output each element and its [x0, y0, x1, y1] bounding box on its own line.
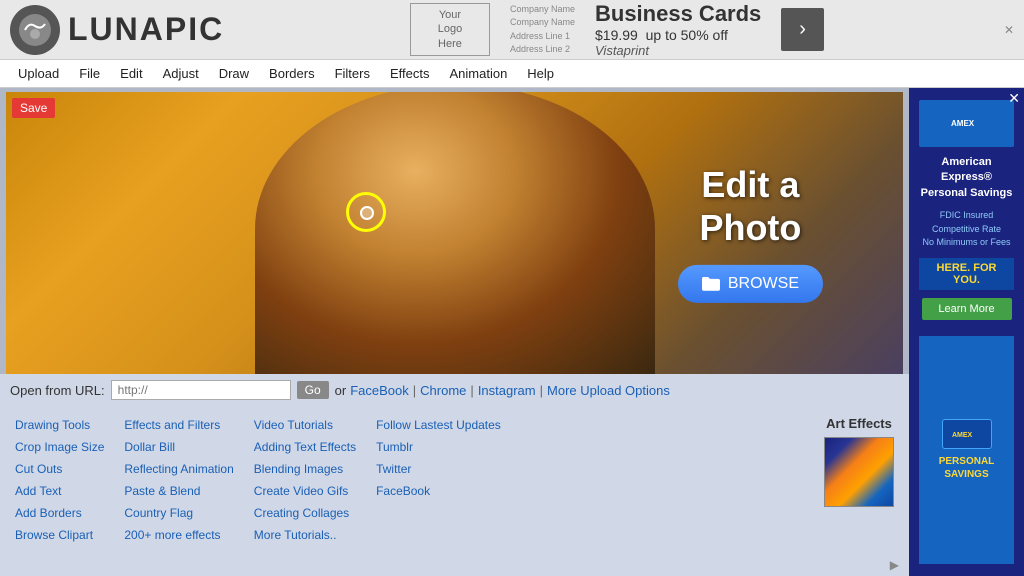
video-tutorials-link[interactable]: Video Tutorials [254, 416, 356, 434]
hero-figure [255, 92, 655, 374]
nav-file[interactable]: File [69, 62, 110, 85]
ad-details: Business Cards $19.99 up to 50% off Vist… [595, 1, 761, 58]
nav-upload[interactable]: Upload [8, 62, 69, 85]
browse-button[interactable]: BROWSE [678, 265, 823, 303]
cursor-indicator [360, 206, 374, 220]
links-area: Drawing Tools Crop Image Size Cut Outs A… [0, 406, 909, 554]
nav-edit[interactable]: Edit [110, 62, 152, 85]
main-navbar: Upload File Edit Adjust Draw Borders Fil… [0, 60, 1024, 88]
here-for-you-label: HERE. FOR YOU. [919, 258, 1014, 290]
ad-title: Business Cards [595, 1, 761, 27]
ad-company-info: Company Name Company Name Address Line 1… [510, 3, 575, 57]
url-input[interactable] [111, 380, 291, 400]
go-button[interactable]: Go [297, 381, 329, 399]
folder-icon [702, 277, 720, 291]
links-col-3: Video Tutorials Adding Text Effects Blen… [254, 416, 356, 544]
amex-ad-title: American Express®Personal Savings [917, 155, 1016, 201]
links-col-2: Effects and Filters Dollar Bill Reflecti… [124, 416, 233, 544]
main-content: Save Edit aPhoto BROWSE Open from URL: G… [0, 88, 1024, 576]
fdic-info: FDIC InsuredCompetitive RateNo Minimums … [922, 209, 1010, 250]
art-effects-label: Art Effects [826, 416, 892, 431]
nav-filters[interactable]: Filters [325, 62, 380, 85]
nav-help[interactable]: Help [517, 62, 564, 85]
right-ad-sidebar: ✕ AMEX American Express®Personal Savings… [909, 88, 1024, 576]
nav-borders[interactable]: Borders [259, 62, 325, 85]
save-button[interactable]: Save [12, 98, 55, 118]
creating-collages-link[interactable]: Creating Collages [254, 504, 356, 522]
add-borders-link[interactable]: Add Borders [15, 504, 104, 522]
ad-indicator-icon: ▶ [890, 558, 899, 572]
twitter-link[interactable]: Twitter [376, 460, 501, 478]
browse-clipart-link[interactable]: Browse Clipart [15, 526, 104, 544]
hero-text-overlay: Edit aPhoto BROWSE [678, 163, 823, 303]
drawing-tools-link[interactable]: Drawing Tools [15, 416, 104, 434]
chrome-link[interactable]: Chrome [420, 383, 466, 398]
amex-card-icon: AMEX [942, 419, 992, 449]
create-video-gifs-link[interactable]: Create Video Gifs [254, 482, 356, 500]
ad-brand: Vistaprint [595, 43, 761, 58]
tumblr-link[interactable]: Tumblr [376, 438, 501, 456]
add-text-link[interactable]: Add Text [15, 482, 104, 500]
svg-text:AMEX: AMEX [951, 119, 975, 128]
cut-outs-link[interactable]: Cut Outs [15, 460, 104, 478]
hero-container: Save Edit aPhoto BROWSE [6, 92, 903, 374]
blending-images-link[interactable]: Blending Images [254, 460, 356, 478]
hero-title: Edit aPhoto [678, 163, 823, 249]
svg-text:AMEX: AMEX [952, 432, 973, 439]
country-flag-link[interactable]: Country Flag [124, 504, 233, 522]
center-area: Save Edit aPhoto BROWSE Open from URL: G… [0, 88, 909, 576]
facebook-link[interactable]: FaceBook [350, 383, 409, 398]
url-bar-label: Open from URL: [10, 383, 105, 398]
learn-more-button[interactable]: Learn More [922, 298, 1012, 320]
instagram-link[interactable]: Instagram [478, 383, 536, 398]
amex-bottom-ad: AMEX PERSONALSAVINGS [919, 336, 1014, 564]
ad-subtitle: $19.99 up to 50% off [595, 27, 761, 43]
facebook-social-link[interactable]: FaceBook [376, 482, 501, 500]
amex-card-graphic: AMEX [949, 423, 985, 445]
nav-effects[interactable]: Effects [380, 62, 440, 85]
nav-animation[interactable]: Animation [439, 62, 517, 85]
links-col-4: Follow Lastest Updates Tumblr Twitter Fa… [376, 416, 501, 544]
effects-filters-link[interactable]: Effects and Filters [124, 416, 233, 434]
amex-logo-area: AMEX [919, 100, 1014, 147]
crop-image-link[interactable]: Crop Image Size [15, 438, 104, 456]
paste-blend-link[interactable]: Paste & Blend [124, 482, 233, 500]
more-tutorials-link[interactable]: More Tutorials.. [254, 526, 356, 544]
url-bar: Open from URL: Go or FaceBook | Chrome |… [0, 374, 909, 406]
art-effects-section: Art Effects [824, 416, 894, 544]
bottom-strip: ▶ [0, 554, 909, 576]
reflecting-anim-link[interactable]: Reflecting Animation [124, 460, 233, 478]
follow-updates-link[interactable]: Follow Lastest Updates [376, 416, 501, 434]
amex-logo-icon: AMEX [947, 110, 987, 134]
right-ad-close-button[interactable]: ✕ [1008, 90, 1020, 107]
site-logo-area: LUNAPIC [10, 5, 230, 55]
adding-text-link[interactable]: Adding Text Effects [254, 438, 356, 456]
more-upload-link[interactable]: More Upload Options [547, 383, 670, 398]
top-ad-banner: LUNAPIC Your Logo Here Company Name Comp… [0, 0, 1024, 60]
ad-close-button[interactable]: ✕ [1004, 23, 1014, 37]
links-col-1: Drawing Tools Crop Image Size Cut Outs A… [15, 416, 104, 544]
nav-draw[interactable]: Draw [209, 62, 259, 85]
nav-adjust[interactable]: Adjust [153, 62, 209, 85]
dollar-bill-link[interactable]: Dollar Bill [124, 438, 233, 456]
personal-savings-text: PERSONALSAVINGS [939, 455, 995, 481]
url-links: or FaceBook | Chrome | Instagram | More … [335, 383, 670, 398]
ad-logo-placeholder: Your Logo Here [410, 3, 490, 56]
art-effects-thumbnail[interactable] [824, 437, 894, 507]
more-effects-link[interactable]: 200+ more effects [124, 526, 233, 544]
site-logo-text: LUNAPIC [68, 11, 224, 48]
ad-content: Your Logo Here Company Name Company Name… [230, 1, 1004, 58]
logo-icon [10, 5, 60, 55]
ad-cta-button[interactable]: › [781, 8, 824, 51]
